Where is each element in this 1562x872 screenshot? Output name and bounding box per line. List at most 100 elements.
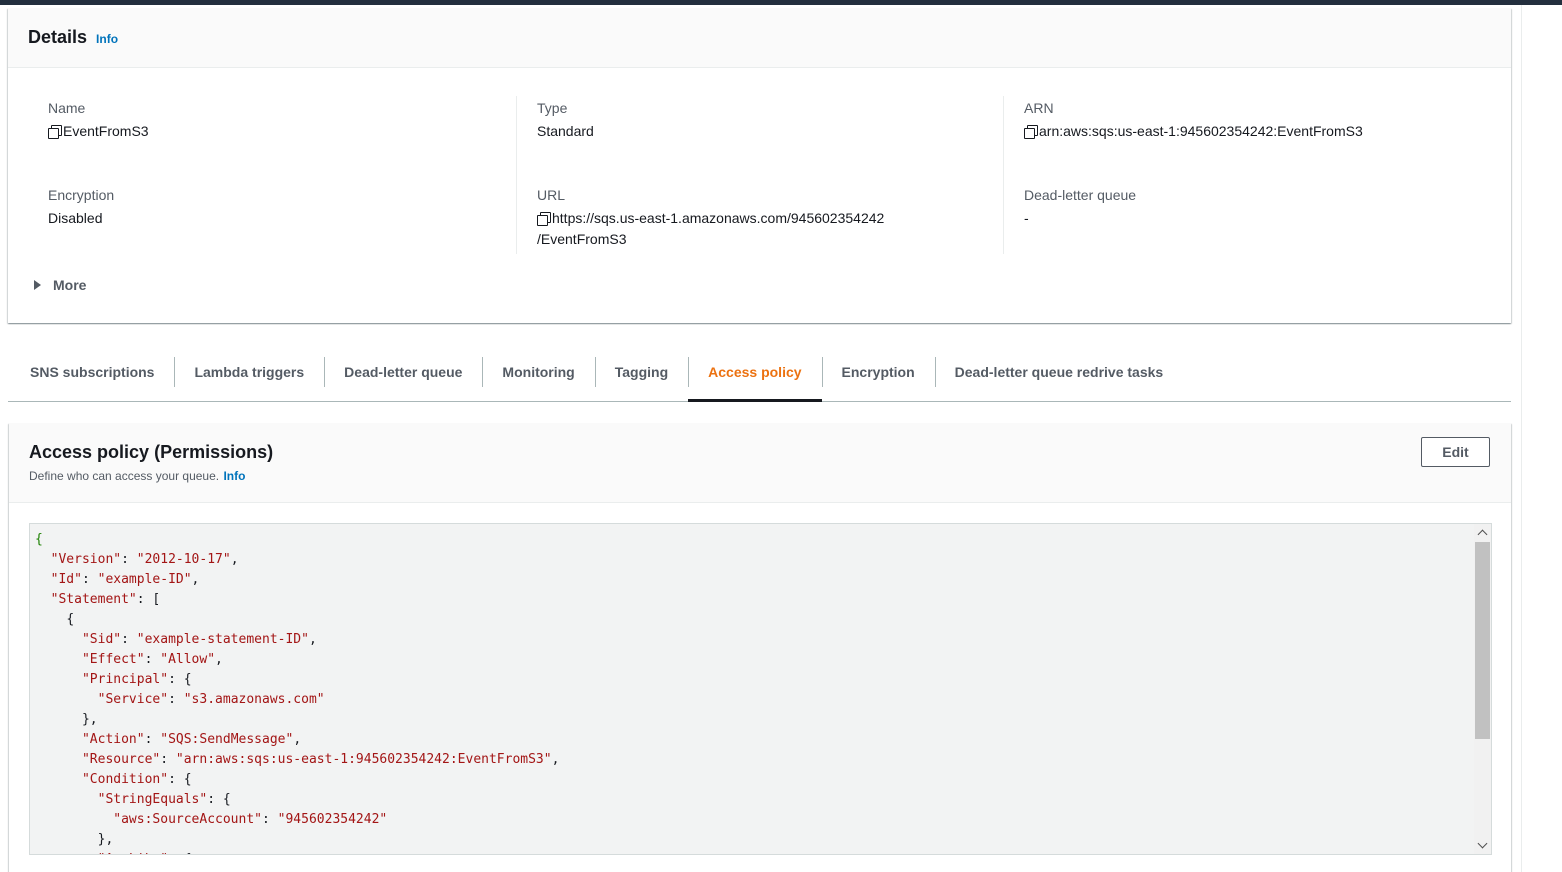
json-string: "example-statement-ID" (136, 632, 309, 647)
column-divider (1003, 96, 1004, 254)
queue-url-line1: https://sqs.us-east-1.amazonaws.com/9456… (552, 210, 885, 226)
code-line: "Sid": "example-statement-ID", (35, 630, 559, 650)
field-url-label: URL (537, 187, 566, 203)
copy-icon[interactable] (48, 125, 62, 139)
json-punctuation: , (293, 732, 302, 747)
scroll-up-arrow-icon[interactable] (1474, 524, 1491, 541)
code-line: "Statement": [ (35, 590, 559, 610)
field-encryption-label: Encryption (48, 187, 115, 203)
field-encryption: Encryption Disabled (48, 185, 114, 229)
json-punctuation: : { (168, 672, 192, 687)
details-info-link[interactable]: Info (96, 32, 118, 46)
details-header: Details Info (8, 8, 1511, 68)
field-type-label: Type (537, 100, 568, 116)
queue-url-line2: /EventFromS3 (537, 231, 627, 247)
access-policy-header: Access policy (Permissions) Define who c… (9, 423, 1511, 503)
code-line: "ArnLike": { (35, 850, 559, 854)
json-key: "Statement" (50, 592, 137, 607)
scroll-thumb[interactable] (1475, 542, 1490, 739)
edit-button[interactable]: Edit (1421, 437, 1490, 467)
vertical-scrollbar[interactable] (1474, 524, 1491, 854)
json-key: "Id" (50, 572, 82, 587)
json-punctuation: : (121, 552, 137, 567)
code-line: "Action": "SQS:SendMessage", (35, 730, 559, 750)
json-string: "SQS:SendMessage" (160, 732, 294, 747)
json-key: "Effect" (81, 652, 145, 667)
json-punctuation: : (144, 652, 161, 667)
field-dead-letter-queue: Dead-letter queue - (1024, 185, 1136, 229)
more-expander[interactable]: More (34, 277, 86, 293)
json-punctuation: : (262, 812, 278, 827)
tab-tagging[interactable]: Tagging (594, 343, 688, 401)
copy-icon[interactable] (1024, 125, 1038, 139)
scroll-down-arrow-icon[interactable] (1474, 837, 1491, 854)
code-line: "Resource": "arn:aws:sqs:us-east-1:94560… (35, 750, 559, 770)
field-type: Type Standard (537, 98, 594, 142)
json-punctuation: : (160, 752, 176, 767)
field-type-value: Standard (537, 123, 594, 139)
code-line: "Service": "s3.amazonaws.com" (35, 690, 559, 710)
code-line: "Version": "2012-10-17", (35, 550, 559, 570)
access-policy-panel: Access policy (Permissions) Define who c… (9, 423, 1511, 872)
json-punctuation: : { (168, 772, 192, 787)
policy-json-viewer[interactable]: { "Version": "2012-10-17", "Id": "exampl… (29, 523, 1492, 855)
column-divider (516, 96, 517, 254)
json-punctuation: : (168, 692, 184, 707)
access-policy-info-link[interactable]: Info (223, 469, 245, 483)
tab-dead-letter-queue-redrive-tasks[interactable]: Dead-letter queue redrive tasks (934, 343, 1184, 401)
json-string: "s3.amazonaws.com" (183, 692, 325, 707)
queue-url-text: https://sqs.us-east-1.amazonaws.com/9456… (537, 208, 885, 250)
json-punctuation: : { (207, 792, 231, 807)
code-line: "Id": "example-ID", (35, 570, 559, 590)
field-dlq-label: Dead-letter queue (1024, 187, 1137, 203)
top-navigation-bar (0, 0, 1562, 5)
json-punctuation: : [ (136, 592, 161, 607)
json-string: "945602354242" (277, 812, 388, 827)
tab-sns-subscriptions[interactable]: SNS subscriptions (8, 343, 174, 401)
json-punctuation: }, (81, 712, 98, 727)
json-key: "Version" (50, 552, 122, 567)
code-line: { (35, 530, 559, 550)
access-policy-title: Access policy (Permissions) (29, 442, 274, 462)
json-punctuation: : (81, 572, 98, 587)
code-line: { (35, 610, 559, 630)
queue-name-text: EventFromS3 (63, 123, 149, 139)
json-string: "example-ID" (97, 572, 192, 587)
code-line: "aws:SourceAccount": "945602354242" (35, 810, 559, 830)
field-encryption-value: Disabled (48, 210, 103, 226)
queue-tabs: SNS subscriptions Lambda triggers Dead-l… (8, 343, 1511, 402)
json-string: "Allow" (160, 652, 216, 667)
json-key: "Condition" (81, 772, 169, 787)
code-line: }, (35, 710, 559, 730)
caret-right-icon (34, 280, 41, 290)
more-label: More (53, 277, 87, 293)
field-url-value: https://sqs.us-east-1.amazonaws.com/9456… (537, 208, 884, 250)
json-punctuation: , (230, 552, 239, 567)
field-name-value: EventFromS3 (48, 121, 149, 142)
tab-encryption[interactable]: Encryption (821, 343, 935, 401)
field-arn: ARN arn:aws:sqs:us-east-1:945602354242:E… (1024, 98, 1363, 142)
json-string: "2012-10-17" (136, 552, 231, 567)
field-dlq-value: - (1024, 210, 1029, 226)
details-panel: Details Info Name EventFromS3 Encryption… (8, 8, 1511, 323)
json-string: "arn:aws:sqs:us-east-1:945602354242:Even… (175, 752, 552, 767)
tab-access-policy[interactable]: Access policy (688, 343, 822, 402)
details-title: Details Info (28, 27, 118, 48)
json-key: "ArnLike" (98, 852, 168, 854)
copy-icon[interactable] (537, 212, 551, 226)
json-key: "Service" (97, 692, 169, 707)
json-punctuation: , (191, 572, 200, 587)
policy-json-code: { "Version": "2012-10-17", "Id": "exampl… (35, 530, 559, 854)
json-punctuation: { (35, 532, 43, 547)
tab-lambda-triggers[interactable]: Lambda triggers (174, 343, 324, 401)
field-url: URL https://sqs.us-east-1.amazonaws.com/… (537, 185, 884, 250)
json-punctuation: { (66, 612, 75, 627)
tab-dead-letter-queue[interactable]: Dead-letter queue (324, 343, 482, 401)
code-line: "Condition": { (35, 770, 559, 790)
field-name-label: Name (48, 100, 86, 116)
code-line: "StringEquals": { (35, 790, 559, 810)
json-key: "Sid" (81, 632, 122, 647)
field-name: Name EventFromS3 (48, 98, 149, 142)
tab-monitoring[interactable]: Monitoring (482, 343, 594, 401)
code-line: "Effect": "Allow", (35, 650, 559, 670)
